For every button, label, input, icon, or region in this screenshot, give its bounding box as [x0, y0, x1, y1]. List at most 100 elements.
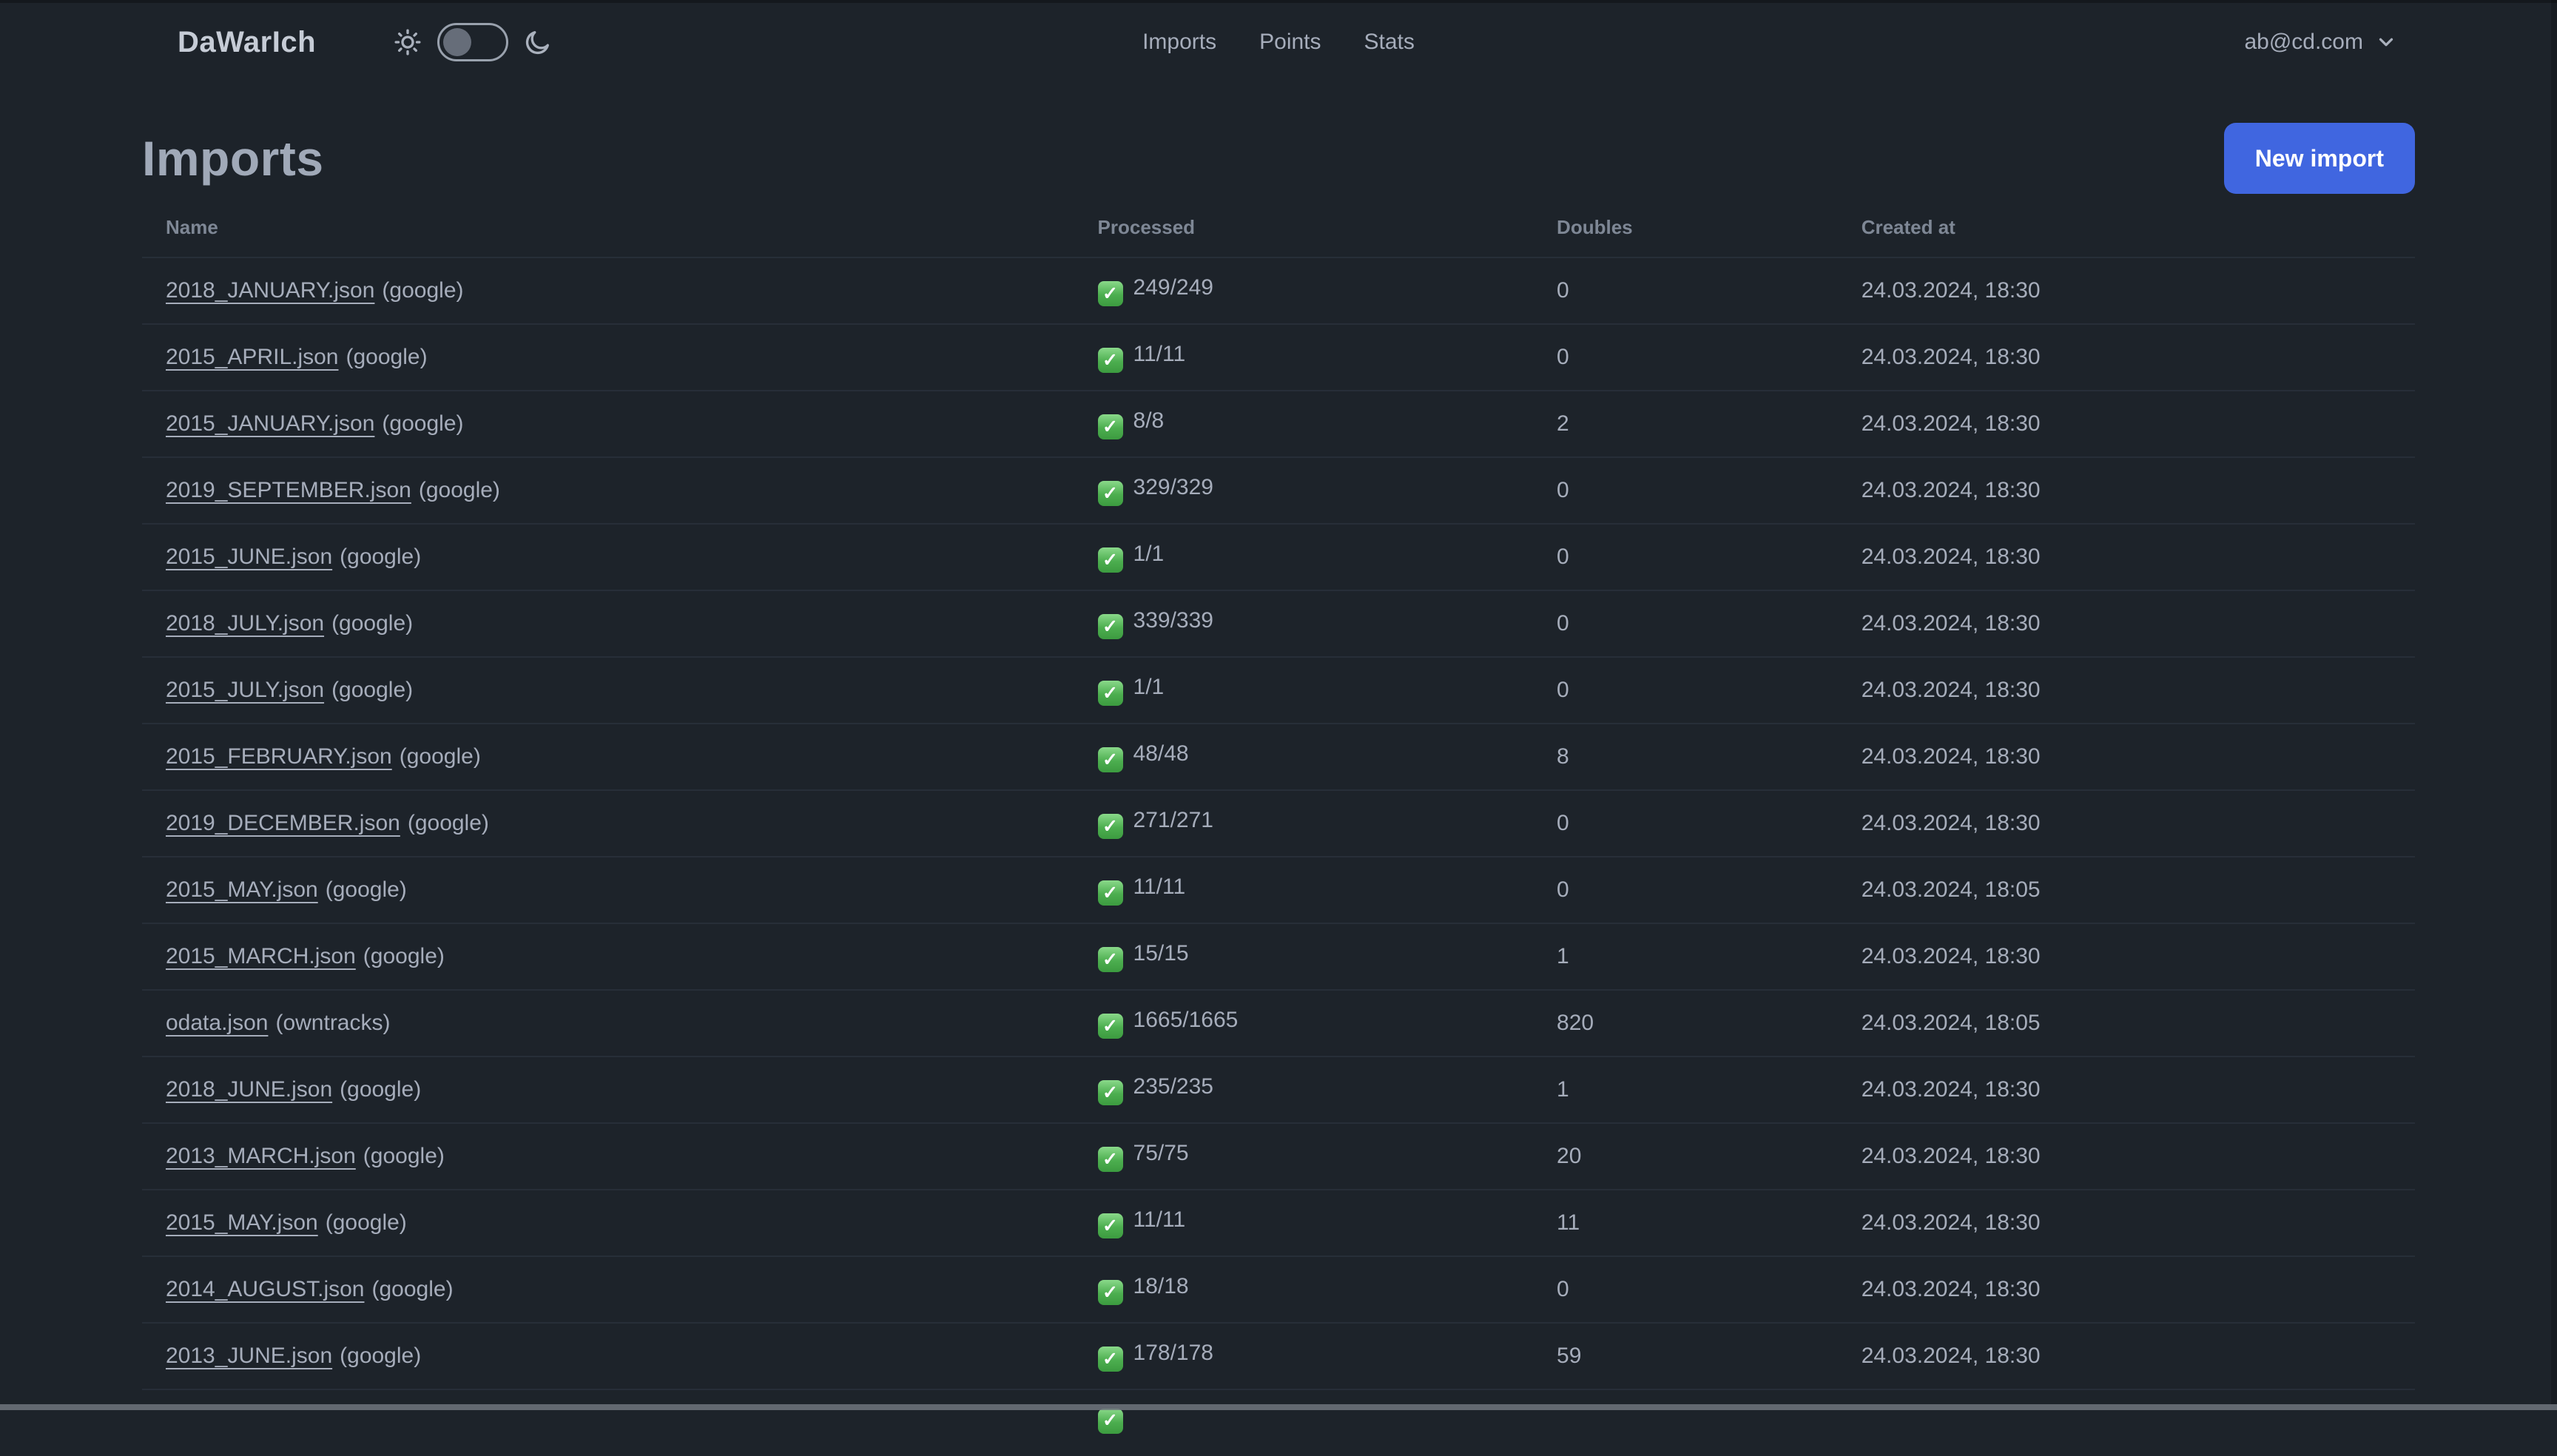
doubles-cell — [1533, 1389, 1838, 1456]
import-file-link[interactable]: odata.json — [166, 1011, 268, 1035]
check-glyph: ✓ — [1102, 749, 1118, 770]
doubles-cell: 20 — [1533, 1123, 1838, 1190]
sun-icon — [393, 27, 422, 57]
table-row: 2015_JULY.json (google) ✓ 1/1 0 24.03.2024… — [142, 657, 2415, 724]
table-row: 2013_JUNE.json (google) ✓ 178/178 59 24.03… — [142, 1323, 2415, 1390]
imports-page: Imports New import Name Processed Double… — [0, 123, 2557, 1456]
check-icon: ✓ — [1097, 1347, 1123, 1372]
name-cell: 2019_SEPTEMBER.json (google) — [142, 457, 1074, 525]
doubles-cell: 0 — [1533, 457, 1838, 525]
table-row: 2014_AUGUST.json (google) ✓ 18/18 0 24.03.… — [142, 1256, 2415, 1324]
import-source: (google) — [325, 877, 407, 902]
name-cell: 2015_APRIL.json (google) — [142, 324, 1074, 391]
doubles-cell: 11 — [1533, 1190, 1838, 1257]
name-cell — [142, 1389, 1074, 1456]
check-glyph: ✓ — [1102, 1215, 1118, 1236]
import-file-link[interactable]: 2015_FEBRUARY.json — [166, 744, 392, 769]
import-file-link[interactable]: 2015_MAY.json — [166, 877, 318, 902]
processed-cell: ✓ 249/249 — [1074, 257, 1534, 325]
doubles-cell: 820 — [1533, 990, 1838, 1057]
check-icon: ✓ — [1097, 880, 1123, 906]
imports-table-body: 2018_JANUARY.json (google) ✓ 249/249 0 24.… — [142, 257, 2415, 1456]
check-glyph: ✓ — [1102, 1015, 1118, 1037]
check-glyph: ✓ — [1102, 549, 1118, 570]
doubles-cell: 0 — [1533, 324, 1838, 391]
import-source: (owntracks) — [275, 1011, 391, 1035]
processed-cell: ✓ 15/15 — [1074, 923, 1534, 991]
page-title: Imports — [142, 131, 324, 186]
name-cell: 2013_MARCH.json (google) — [142, 1123, 1074, 1190]
import-file-link[interactable]: 2015_MAY.json — [166, 1210, 318, 1235]
created-at-cell: 24.03.2024, 18:30 — [1837, 923, 2415, 991]
processed-cell: ✓ 11/11 — [1074, 857, 1534, 924]
doubles-cell: 1 — [1533, 923, 1838, 991]
table-row: ✓ — [142, 1389, 2415, 1456]
check-glyph: ✓ — [1102, 1082, 1118, 1103]
check-glyph: ✓ — [1102, 1348, 1118, 1369]
processed-cell: ✓ 1665/1665 — [1074, 990, 1534, 1057]
check-glyph: ✓ — [1102, 416, 1118, 437]
created-at-cell: 24.03.2024, 18:30 — [1837, 324, 2415, 391]
import-file-link[interactable]: 2014_AUGUST.json — [166, 1277, 364, 1301]
horizontal-scrollbar[interactable] — [0, 1404, 2557, 1410]
chevron-down-icon — [2375, 31, 2397, 53]
import-file-link[interactable]: 2015_JANUARY.json — [166, 411, 374, 436]
doubles-cell: 0 — [1533, 1256, 1838, 1324]
import-file-link[interactable]: 2015_JUNE.json — [166, 545, 332, 569]
column-header-processed: Processed — [1074, 194, 1534, 258]
import-file-link[interactable]: 2015_JULY.json — [166, 678, 324, 702]
theme-toggle — [393, 23, 553, 61]
import-file-link[interactable]: 2019_SEPTEMBER.json — [166, 478, 411, 502]
table-row: 2019_DECEMBER.json (google) ✓ 271/271 0 24… — [142, 790, 2415, 857]
check-icon: ✓ — [1097, 947, 1123, 973]
import-file-link[interactable]: 2013_JUNE.json — [166, 1344, 332, 1368]
nav-link-points[interactable]: Points — [1259, 30, 1321, 55]
import-file-link[interactable]: 2019_DECEMBER.json — [166, 811, 400, 835]
check-icon: ✓ — [1097, 747, 1123, 773]
import-file-link[interactable]: 2018_JANUARY.json — [166, 278, 374, 303]
doubles-cell: 2 — [1533, 391, 1838, 458]
import-source: (google) — [340, 545, 422, 569]
import-file-link[interactable]: 2013_MARCH.json — [166, 1144, 356, 1168]
processed-count: 1/1 — [1133, 541, 1165, 566]
user-menu[interactable]: ab@cd.com — [2244, 30, 2397, 55]
processed-count: 48/48 — [1133, 741, 1189, 766]
check-icon: ✓ — [1097, 1213, 1123, 1239]
import-file-link[interactable]: 2018_JULY.json — [166, 611, 324, 636]
name-cell: odata.json (owntracks) — [142, 990, 1074, 1057]
name-cell: 2019_DECEMBER.json (google) — [142, 790, 1074, 857]
nav-link-imports[interactable]: Imports — [1142, 30, 1216, 55]
import-source: (google) — [363, 1144, 445, 1168]
new-import-button[interactable]: New import — [2223, 123, 2415, 194]
import-source: (google) — [382, 411, 464, 436]
import-file-link[interactable]: 2015_MARCH.json — [166, 944, 356, 968]
check-icon: ✓ — [1097, 1280, 1123, 1306]
processed-count: 11/11 — [1133, 874, 1186, 899]
processed-cell: ✓ 271/271 — [1074, 790, 1534, 857]
import-file-link[interactable]: 2018_JUNE.json — [166, 1077, 332, 1102]
table-row: 2019_SEPTEMBER.json (google) ✓ 329/329 0 2… — [142, 457, 2415, 525]
created-at-cell: 24.03.2024, 18:30 — [1837, 790, 2415, 857]
page-head: Imports New import — [142, 123, 2415, 194]
table-row: 2018_JULY.json (google) ✓ 339/339 0 24.03.… — [142, 590, 2415, 658]
check-icon: ✓ — [1097, 614, 1123, 640]
name-cell: 2015_JUNE.json (google) — [142, 524, 1074, 591]
import-file-link[interactable]: 2015_APRIL.json — [166, 345, 339, 369]
import-source: (google) — [340, 1344, 422, 1368]
import-source: (google) — [363, 944, 445, 968]
name-cell: 2015_MARCH.json (google) — [142, 923, 1074, 991]
app-logo[interactable]: DaWarIch — [178, 26, 316, 59]
theme-toggle-knob — [443, 28, 472, 56]
nav-link-stats[interactable]: Stats — [1364, 30, 1415, 55]
name-cell: 2018_JUNE.json (google) — [142, 1056, 1074, 1124]
theme-toggle-switch[interactable] — [437, 23, 509, 61]
table-row: 2015_JUNE.json (google) ✓ 1/1 0 24.03.2024… — [142, 524, 2415, 591]
import-source: (google) — [399, 744, 481, 769]
processed-count: 249/249 — [1133, 274, 1213, 300]
imports-table-header: Name Processed Doubles Created at — [142, 194, 2415, 258]
name-cell: 2013_JUNE.json (google) — [142, 1323, 1074, 1390]
navbar: DaWarIch Imports Points Stats ab@cd.com — [0, 0, 2557, 84]
processed-cell: ✓ 11/11 — [1074, 1190, 1534, 1257]
vertical-scrollbar-track[interactable] — [2551, 0, 2557, 1410]
processed-count: 178/178 — [1133, 1340, 1213, 1365]
